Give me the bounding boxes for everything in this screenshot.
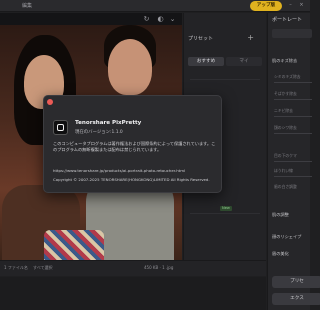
app-logo-icon bbox=[53, 120, 68, 135]
slider-track[interactable] bbox=[274, 116, 312, 117]
about-dialog: Tenorshare PixPretty 現在のバージョン:1.1.0 このコン… bbox=[43, 95, 222, 193]
upgrade-button[interactable]: アップ版 bbox=[250, 1, 282, 11]
slider-track[interactable] bbox=[274, 82, 312, 83]
status-bar: 1 ファイル名 すべて選択 450 KB · 1 .jpg bbox=[0, 260, 266, 276]
preset-title: プリセット bbox=[188, 36, 214, 42]
slider-track[interactable] bbox=[274, 161, 312, 162]
preset-divider bbox=[190, 79, 260, 80]
compare-icon[interactable]: ◐ bbox=[156, 15, 165, 24]
tab-my-presets[interactable]: マイ bbox=[226, 57, 262, 66]
slider-label: ほうれい線 bbox=[274, 168, 293, 173]
sweater-pattern bbox=[44, 230, 104, 260]
slider-track[interactable] bbox=[274, 99, 312, 100]
section-eyebrow[interactable]: 眉の美化 bbox=[272, 251, 289, 257]
app-version: 現在のバージョン:1.1.0 bbox=[75, 130, 123, 135]
slider-label: ニキビ除去 bbox=[274, 108, 293, 113]
section-skin[interactable]: 肌の調整 bbox=[272, 212, 289, 218]
panel-title: ポートレート bbox=[272, 17, 303, 23]
rotate-icon[interactable]: ↻ bbox=[142, 15, 151, 24]
slider-track[interactable] bbox=[274, 133, 312, 134]
add-preset-icon[interactable]: + bbox=[247, 33, 254, 42]
preview-toolbar: ↻ ◐ ⌄ bbox=[132, 13, 182, 25]
section-blemish[interactable]: 肌のキズ除去 bbox=[272, 58, 297, 64]
copyright-text: Copyright © 2007-2025 TENORSHARE(HONGKON… bbox=[53, 177, 210, 182]
app-name: Tenorshare PixPretty bbox=[75, 120, 142, 126]
preset-save-button[interactable]: プリセ bbox=[272, 276, 320, 288]
preset-divider bbox=[190, 213, 260, 214]
slider-label: 顔のシワ除去 bbox=[274, 125, 297, 130]
select-all-checkbox[interactable]: すべて選択 bbox=[33, 265, 53, 271]
new-badge: New bbox=[220, 206, 232, 211]
slider-label: 目の下のクマ bbox=[274, 153, 297, 158]
slider-track[interactable] bbox=[274, 176, 312, 177]
title-bar: 編集 アップ版 – × bbox=[0, 0, 310, 12]
close-window-icon[interactable]: × bbox=[298, 2, 305, 9]
slider-label: そばかす除去 bbox=[274, 91, 297, 96]
adjustment-panel: ポートレート 肌のキズ除去 シミのキズ除去 そばかす除去 ニキビ除去 顔のシワ除… bbox=[267, 13, 320, 310]
minimize-icon[interactable]: – bbox=[287, 2, 294, 9]
export-button[interactable]: エクス bbox=[272, 293, 320, 305]
section-reshape[interactable]: 顔のリシェイプ bbox=[272, 234, 301, 240]
tab-recommended[interactable]: おすすめ bbox=[188, 57, 224, 66]
chevron-down-icon[interactable]: ⌄ bbox=[168, 15, 177, 24]
menu-item-edit[interactable]: 編集 bbox=[22, 2, 32, 9]
file-size-info: 450 KB · 1 .jpg bbox=[144, 265, 174, 270]
panel-tabs[interactable] bbox=[272, 29, 312, 38]
close-dialog-icon[interactable] bbox=[47, 99, 53, 105]
thumbnail-strip[interactable] bbox=[0, 277, 266, 310]
product-link[interactable]: https://www.tenorshare.jp/products/ai-po… bbox=[53, 168, 185, 173]
file-count: 1 ファイル名 bbox=[4, 265, 28, 270]
slider-label: シミのキズ除去 bbox=[274, 74, 301, 79]
person-right-face bbox=[108, 39, 152, 95]
legal-notice: このコンピュータプログラムは著作権法および国際条約によって保護されています。この… bbox=[53, 141, 216, 152]
slider-label: 歯の白さ調整 bbox=[274, 184, 297, 189]
